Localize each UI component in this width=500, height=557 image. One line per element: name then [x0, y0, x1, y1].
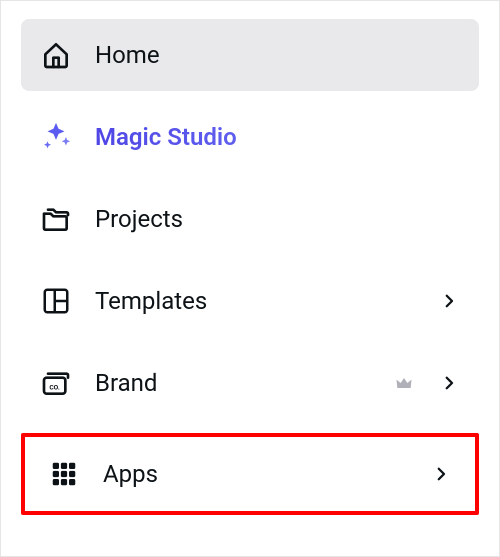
chevron-right-icon	[437, 289, 461, 313]
sidebar-item-apps[interactable]: Apps	[29, 439, 471, 509]
sidebar-item-label: Home	[95, 41, 461, 69]
sidebar-item-projects[interactable]: Projects	[21, 183, 479, 255]
crown-icon	[393, 372, 415, 394]
sidebar-item-templates[interactable]: Templates	[21, 265, 479, 337]
folders-icon	[39, 202, 73, 236]
home-icon	[39, 38, 73, 72]
sidebar-item-brand[interactable]: CO. Brand	[21, 347, 479, 419]
chevron-right-icon	[437, 371, 461, 395]
chevron-right-icon	[429, 462, 453, 486]
sparkle-icon	[39, 120, 73, 154]
brand-icon: CO.	[39, 366, 73, 400]
sidebar-item-label: Templates	[95, 287, 415, 315]
sidebar-item-magic-studio[interactable]: Magic Studio	[21, 101, 479, 173]
sidebar-item-label: Brand	[95, 369, 377, 397]
apps-grid-icon	[47, 457, 81, 491]
templates-icon	[39, 284, 73, 318]
svg-text:CO.: CO.	[49, 384, 60, 392]
sidebar-item-home[interactable]: Home	[21, 19, 479, 91]
sidebar-item-label: Magic Studio	[95, 123, 461, 151]
highlight-annotation: Apps	[21, 433, 479, 515]
sidebar-item-label: Projects	[95, 205, 461, 233]
sidebar-nav: Home Magic Studio Projects	[21, 19, 479, 515]
sidebar-item-label: Apps	[103, 460, 407, 488]
